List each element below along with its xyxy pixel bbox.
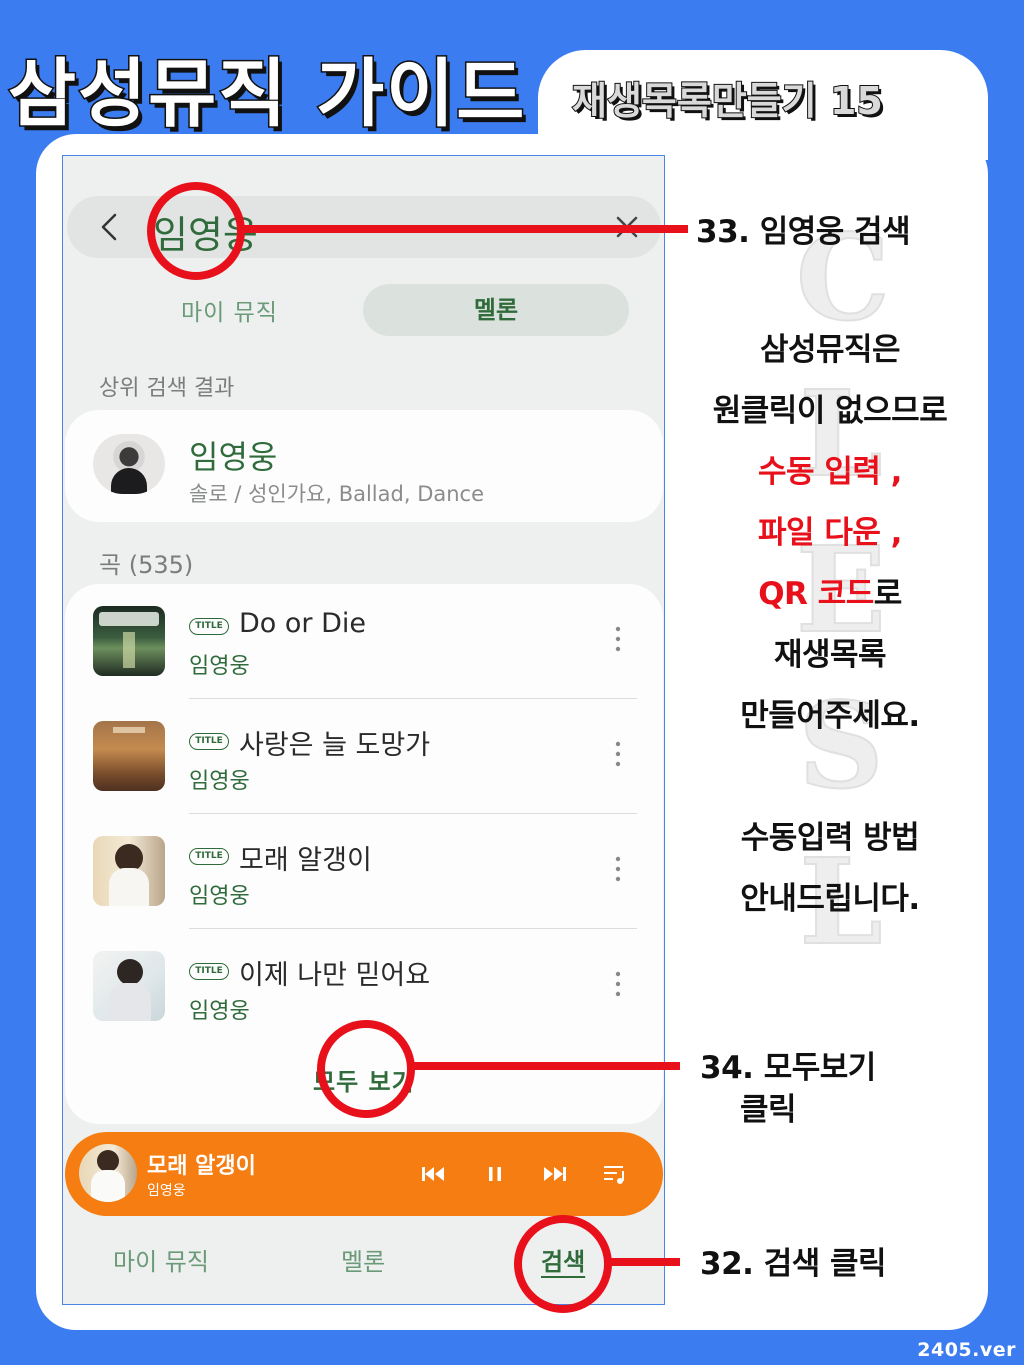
title-badge: TITLE <box>189 848 229 865</box>
song-row[interactable]: TITLE 사랑은 늘 도망가 임영웅 <box>65 699 663 814</box>
version-label: 2405.ver <box>917 1339 1016 1361</box>
pause-icon[interactable] <box>479 1158 511 1190</box>
song-title: 이제 나만 믿어요 <box>239 960 431 991</box>
tab-melon[interactable]: 멜론 <box>363 284 629 336</box>
desc-line: 원클릭이 없으므로 <box>712 393 948 429</box>
more-vertical-icon[interactable] <box>613 739 623 769</box>
artist-meta: 솔로 / 성인가요, Ballad, Dance <box>189 482 485 506</box>
annotation-step-32: 32. 검색 클릭 <box>700 1246 887 1282</box>
description-text: 삼성뮤직은 원클릭이 없으므로 수동 입력 , 파일 다운 , QR 코드로 재… <box>690 320 970 930</box>
previous-icon[interactable] <box>417 1158 449 1190</box>
guide-title: 삼성뮤직 가이드 <box>6 50 527 139</box>
desc-qr-highlight: QR 코드 <box>758 576 874 612</box>
subtitle: 재생목록만들기 15 <box>571 78 884 124</box>
nav-my-music[interactable]: 마이 뮤직 <box>113 1242 209 1277</box>
song-title: 사랑은 늘 도망가 <box>239 730 431 761</box>
top-result-artist[interactable]: 임영웅 솔로 / 성인가요, Ballad, Dance <box>65 410 663 522</box>
title-badge: TITLE <box>189 618 229 635</box>
close-icon[interactable] <box>611 211 643 243</box>
desc-line: 수동입력 방법 <box>740 820 920 856</box>
more-vertical-icon[interactable] <box>613 854 623 884</box>
album-art <box>93 836 165 906</box>
album-art <box>93 606 165 676</box>
songs-heading: 곡 (535) <box>99 551 194 579</box>
now-playing-artist: 임영웅 <box>147 1183 186 1199</box>
desc-qr-suffix: 로 <box>873 576 903 612</box>
annotation-step-33: 33. 임영웅 검색 <box>696 214 911 250</box>
annotation-step-34-click: 클릭 <box>740 1092 797 1128</box>
search-bar[interactable]: 임영웅 <box>67 196 661 258</box>
desc-line: 삼성뮤직은 <box>759 332 901 368</box>
annotation-step-34: 34. 모두보기 <box>700 1050 876 1086</box>
nav-search[interactable]: 검색 <box>541 1242 585 1277</box>
song-artist: 임영웅 <box>189 884 250 909</box>
back-arrow-icon[interactable] <box>95 209 125 245</box>
next-icon[interactable] <box>539 1158 571 1190</box>
phone-screenshot: 임영웅 마이 뮤직 멜론 상위 검색 결과 임영웅 솔로 / 성인가요, Bal… <box>62 155 665 1305</box>
album-art <box>93 721 165 791</box>
album-art <box>93 951 165 1021</box>
song-artist: 임영웅 <box>189 999 250 1024</box>
more-vertical-icon[interactable] <box>613 624 623 654</box>
more-vertical-icon[interactable] <box>613 969 623 999</box>
mini-player[interactable]: 모래 알갱이 임영웅 <box>65 1132 663 1216</box>
see-all-button[interactable]: 모두 보기 <box>313 1062 415 1097</box>
song-artist: 임영웅 <box>189 769 250 794</box>
desc-line: 재생목록 <box>773 637 887 673</box>
queue-icon[interactable] <box>599 1158 631 1190</box>
desc-line: 만들어주세요. <box>740 698 920 734</box>
title-badge: TITLE <box>189 733 229 750</box>
desc-line-highlight: 파일 다운 , <box>758 515 902 551</box>
tab-my-music[interactable]: 마이 뮤직 <box>181 293 278 327</box>
search-input[interactable]: 임영웅 <box>153 204 258 259</box>
song-row[interactable]: TITLE 이제 나만 믿어요 임영웅 <box>65 929 663 1044</box>
desc-line-highlight: 수동 입력 , <box>758 454 902 490</box>
title-badge: TITLE <box>189 963 229 980</box>
artist-name: 임영웅 <box>189 438 278 476</box>
desc-line: 안내드립니다. <box>740 881 920 917</box>
desc-line: QR 코드로 <box>690 564 970 625</box>
now-playing-title: 모래 알갱이 <box>147 1154 256 1179</box>
avatar <box>93 434 165 494</box>
desc-spacer <box>690 747 970 808</box>
song-title: Do or Die <box>239 608 366 639</box>
song-row[interactable]: TITLE Do or Die 임영웅 <box>65 584 663 699</box>
song-artist: 임영웅 <box>189 654 250 679</box>
song-row[interactable]: TITLE 모래 알갱이 임영웅 <box>65 814 663 929</box>
nav-melon[interactable]: 멜론 <box>341 1242 385 1277</box>
album-art <box>79 1144 137 1202</box>
songs-list: TITLE Do or Die 임영웅 TITLE 사랑은 늘 도망가 임영웅 <box>65 584 663 1124</box>
song-title: 모래 알갱이 <box>239 845 372 876</box>
top-results-heading: 상위 검색 결과 <box>99 376 235 401</box>
